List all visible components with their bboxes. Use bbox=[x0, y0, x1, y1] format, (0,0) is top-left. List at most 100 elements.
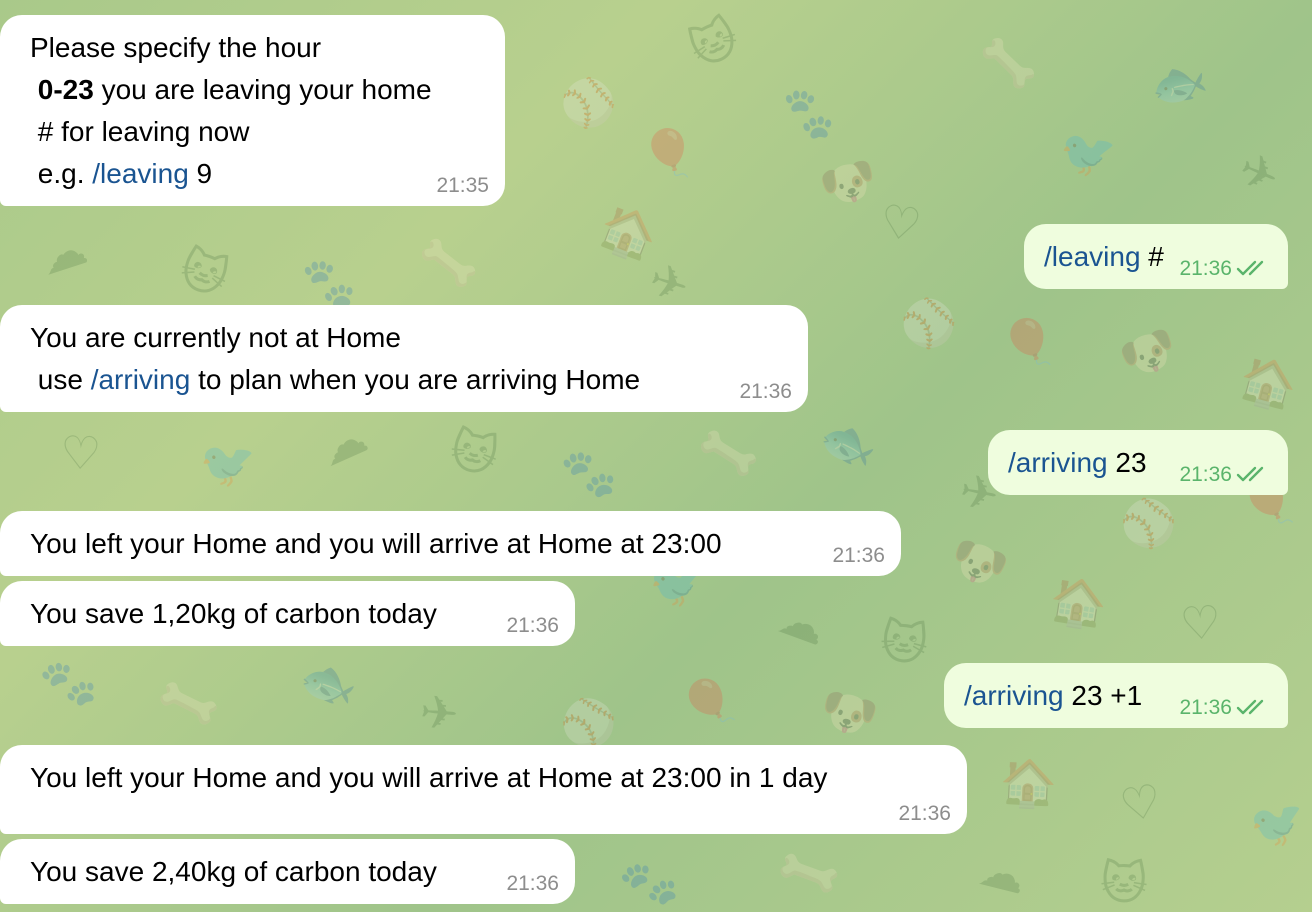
message-text: 23 +1 bbox=[1063, 680, 1143, 711]
outgoing-message[interactable]: /leaving #21:36 bbox=[1024, 224, 1288, 289]
wallpaper-doodle-icon: ♡ bbox=[1178, 594, 1224, 652]
message-text: You save 1,20kg of carbon today bbox=[30, 598, 437, 629]
message-line: # for leaving now bbox=[30, 111, 485, 153]
wallpaper-doodle-icon: 🐱 bbox=[680, 8, 748, 78]
wallpaper-doodle-icon: 🐶 bbox=[813, 149, 884, 217]
incoming-message[interactable]: You left your Home and you will arrive a… bbox=[0, 511, 901, 576]
message-meta: 21:36 bbox=[832, 544, 885, 568]
wallpaper-doodle-icon: 🐶 bbox=[941, 527, 1016, 599]
wallpaper-doodle-icon: 🐦 bbox=[1057, 123, 1120, 183]
incoming-message[interactable]: You save 2,40kg of carbon today 21:36 bbox=[0, 839, 575, 904]
wallpaper-doodle-icon: 🐦 bbox=[1241, 786, 1312, 860]
wallpaper-doodle-icon: 🐾 bbox=[775, 80, 843, 146]
wallpaper-doodle-icon: ♡ bbox=[1115, 772, 1166, 834]
message-time: 21:35 bbox=[436, 174, 489, 197]
message-text: you are leaving your home bbox=[93, 74, 432, 105]
wallpaper-doodle-icon: 🐾 bbox=[297, 253, 360, 313]
message-line: You save 2,40kg of carbon today bbox=[30, 851, 555, 893]
wallpaper-doodle-icon: ☁ bbox=[974, 841, 1032, 905]
bot-command-link[interactable]: /arriving bbox=[964, 680, 1064, 711]
message-time: 21:36 bbox=[898, 802, 951, 825]
incoming-message[interactable]: You left your Home and you will arrive a… bbox=[0, 745, 967, 834]
wallpaper-doodle-icon: 🦴 bbox=[979, 35, 1038, 91]
message-time: 21:36 bbox=[506, 614, 559, 637]
bold-text: 0-23 bbox=[37, 74, 94, 105]
wallpaper-doodle-icon: 🏠 bbox=[998, 754, 1059, 812]
message-text: You left your Home and you will arrive a… bbox=[30, 762, 828, 793]
message-text: You left your Home and you will arrive a… bbox=[30, 528, 722, 559]
message-meta: 21:36 bbox=[1179, 257, 1270, 281]
message-text: 23 bbox=[1107, 447, 1147, 478]
wallpaper-doodle-icon: 🦴 bbox=[416, 232, 481, 294]
wallpaper-doodle-icon: ☁ bbox=[32, 220, 94, 286]
message-text: # for leaving now bbox=[30, 116, 250, 147]
wallpaper-doodle-icon: 🐦 bbox=[195, 431, 262, 495]
wallpaper-doodle-icon: ⚾ bbox=[555, 71, 622, 135]
message-line: You left your Home and you will arrive a… bbox=[30, 523, 881, 565]
message-line: You are currently not at Home bbox=[30, 317, 788, 359]
wallpaper-doodle-icon: ✈ bbox=[417, 684, 461, 742]
message-text: to plan when you are arriving Home bbox=[190, 364, 641, 395]
message-meta: 21:36 bbox=[739, 380, 792, 404]
message-text: You save 2,40kg of carbon today bbox=[30, 856, 437, 887]
message-text: 9 bbox=[188, 158, 213, 189]
bot-command-link[interactable]: /arriving bbox=[1008, 447, 1108, 478]
wallpaper-doodle-icon: ♡ bbox=[876, 193, 925, 253]
message-line: e.g. /leaving 9 bbox=[30, 153, 485, 195]
message-text: # bbox=[1140, 241, 1164, 272]
wallpaper-doodle-icon: 🐾 bbox=[37, 653, 100, 713]
message-line: Please specify the hour bbox=[30, 27, 485, 69]
wallpaper-doodle-icon: ✈ bbox=[642, 251, 696, 315]
wallpaper-doodle-icon: ♡ bbox=[59, 425, 103, 481]
wallpaper-doodle-icon: 🎈 bbox=[996, 311, 1062, 375]
wallpaper-doodle-icon: 🐟 bbox=[1144, 49, 1213, 117]
message-text: You are currently not at Home bbox=[30, 322, 401, 353]
message-time: 21:36 bbox=[1179, 463, 1232, 486]
wallpaper-doodle-icon: 🦴 bbox=[152, 668, 225, 738]
wallpaper-doodle-icon: 🐾 bbox=[615, 850, 683, 912]
bot-command-link[interactable]: /leaving bbox=[92, 158, 189, 189]
bot-command-link[interactable]: /arriving bbox=[91, 364, 191, 395]
message-meta: 21:36 bbox=[506, 614, 559, 638]
wallpaper-doodle-icon: ☁ bbox=[311, 408, 375, 478]
wallpaper-doodle-icon: 🐟 bbox=[293, 648, 365, 718]
incoming-message[interactable]: Please specify the hour 0-23 you are lea… bbox=[0, 15, 505, 206]
wallpaper-doodle-icon: ✈ bbox=[1230, 140, 1288, 206]
wallpaper-doodle-icon: 🎈 bbox=[672, 667, 746, 739]
message-time: 21:36 bbox=[506, 872, 559, 895]
wallpaper-doodle-icon: ⚾ bbox=[556, 692, 621, 754]
message-meta: 21:35 bbox=[436, 174, 489, 198]
message-meta: 21:36 bbox=[1179, 696, 1270, 720]
wallpaper-doodle-icon: 🦴 bbox=[771, 836, 847, 910]
incoming-message[interactable]: You save 1,20kg of carbon today 21:36 bbox=[0, 581, 575, 646]
bot-command-link[interactable]: /leaving bbox=[1044, 241, 1141, 272]
wallpaper-doodle-icon: 🏠 bbox=[1233, 349, 1304, 417]
wallpaper-doodle-icon: 🦴 bbox=[694, 420, 763, 486]
double-check-icon bbox=[1236, 260, 1264, 276]
message-text: Please specify the hour bbox=[30, 32, 322, 63]
wallpaper-doodle-icon: 🐱 bbox=[1099, 855, 1149, 911]
incoming-message[interactable]: You are currently not at Home use /arriv… bbox=[0, 305, 808, 412]
wallpaper-doodle-icon: ⚾ bbox=[1119, 495, 1179, 551]
message-time: 21:36 bbox=[1179, 257, 1232, 280]
wallpaper-doodle-icon: 🐶 bbox=[1111, 317, 1186, 389]
message-line: You left your Home and you will arrive a… bbox=[30, 757, 947, 799]
message-meta: 21:36 bbox=[898, 802, 951, 826]
outgoing-message[interactable]: /arriving 23 +1 21:36 bbox=[944, 663, 1288, 728]
message-line: 0-23 you are leaving your home bbox=[30, 69, 485, 111]
wallpaper-doodle-icon: 🐾 bbox=[560, 446, 618, 500]
double-check-icon bbox=[1236, 466, 1264, 482]
wallpaper-doodle-icon: 🐱 bbox=[444, 421, 504, 485]
wallpaper-doodle-icon: ⚾ bbox=[898, 294, 960, 352]
message-meta: 21:36 bbox=[506, 872, 559, 896]
message-time: 21:36 bbox=[1179, 696, 1232, 719]
message-time: 21:36 bbox=[739, 380, 792, 403]
message-time: 21:36 bbox=[832, 544, 885, 567]
wallpaper-doodle-icon: 🐶 bbox=[813, 679, 884, 747]
message-text bbox=[30, 74, 38, 105]
outgoing-message[interactable]: /arriving 23 21:36 bbox=[988, 430, 1288, 495]
message-line: use /arriving to plan when you are arriv… bbox=[30, 359, 788, 401]
wallpaper-doodle-icon: 🎈 bbox=[638, 124, 699, 182]
message-meta: 21:36 bbox=[1179, 463, 1270, 487]
wallpaper-doodle-icon: 🐱 bbox=[876, 613, 932, 673]
